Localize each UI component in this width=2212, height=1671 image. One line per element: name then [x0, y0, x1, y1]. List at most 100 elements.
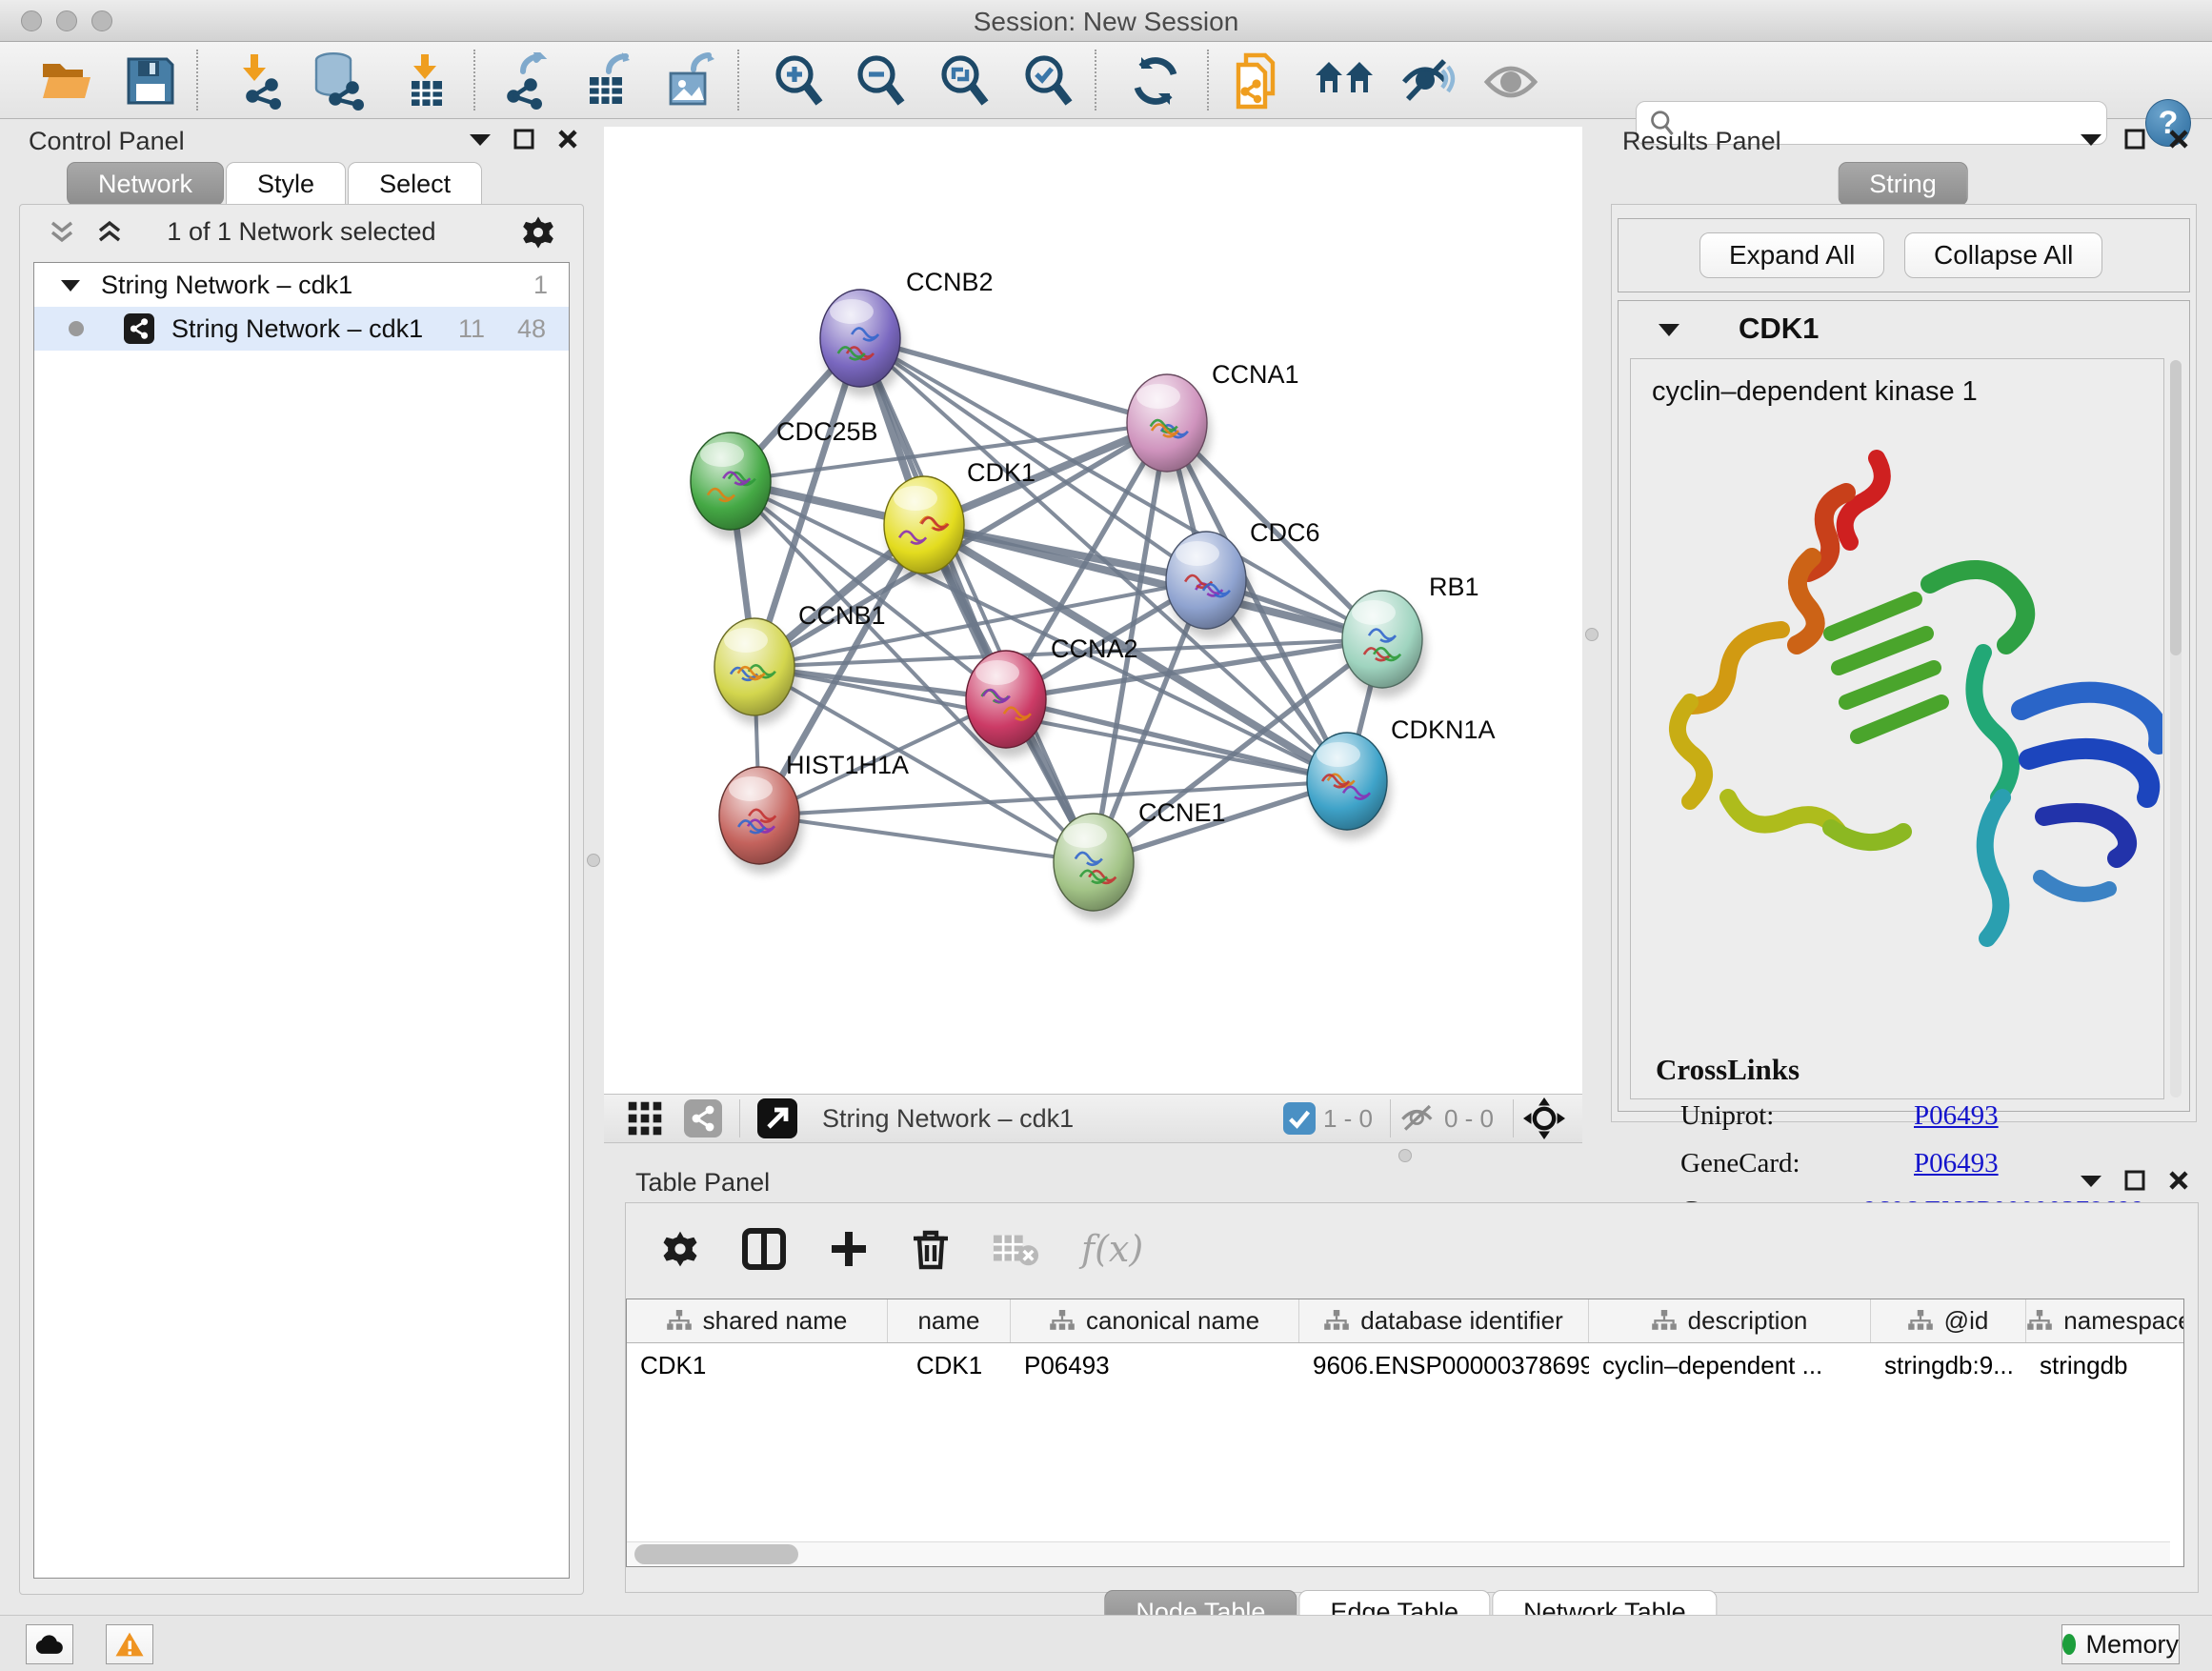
- cloud-status-button[interactable]: [26, 1624, 73, 1664]
- zoom-selected-icon[interactable]: [1018, 50, 1079, 111]
- float-panel-icon[interactable]: [513, 129, 534, 150]
- right-splitter-handle[interactable]: [1585, 628, 1599, 641]
- network-node-CDKN1A[interactable]: CDKN1A: [1307, 715, 1496, 839]
- crosslink-label: Uniprot:: [1680, 1100, 1914, 1132]
- clone-network-icon[interactable]: [1229, 50, 1290, 111]
- table-toolbar: f(x): [626, 1203, 2198, 1295]
- node-label-CCNB1: CCNB1: [798, 601, 886, 630]
- show-columns-icon[interactable]: [742, 1228, 786, 1270]
- close-panel-icon[interactable]: [557, 129, 578, 150]
- gene-description: cyclin–dependent kinase 1: [1652, 376, 2163, 408]
- table-cell[interactable]: CDK1: [888, 1343, 1011, 1389]
- left-splitter-handle[interactable]: [587, 854, 600, 867]
- create-column-icon[interactable]: [828, 1228, 870, 1270]
- scrollbar-thumb[interactable]: [634, 1544, 798, 1564]
- node-label-HIST1H1A: HIST1H1A: [786, 751, 909, 779]
- zoom-fit-icon[interactable]: [935, 50, 995, 111]
- float-panel-icon[interactable]: [2124, 129, 2145, 150]
- export-table-icon[interactable]: [576, 50, 637, 111]
- tab-style[interactable]: Style: [226, 162, 346, 206]
- node-label-CDC6: CDC6: [1250, 518, 1320, 547]
- network-graph[interactable]: CCNB2CCNA1CDC25BCDK1CDC6RB1CCNB1CCNA2CDK…: [604, 127, 1582, 1094]
- table-cell[interactable]: cyclin–dependent ...: [1589, 1343, 1871, 1389]
- control-panel-title: Control Panel: [29, 127, 185, 156]
- export-network-icon[interactable]: [494, 50, 555, 111]
- tab-string[interactable]: String: [1838, 162, 1968, 206]
- table-panel: Table Panel f(x) shared namenamecanonica…: [616, 1168, 2204, 1602]
- column-header-databaseidentifier[interactable]: database identifier: [1299, 1299, 1589, 1342]
- function-builder-icon[interactable]: f(x): [1081, 1228, 1143, 1270]
- column-header-description[interactable]: description: [1589, 1299, 1871, 1342]
- results-gene-section: CDK1 cyclin–dependent kinase 1: [1618, 300, 2190, 1112]
- open-session-icon[interactable]: [36, 50, 97, 111]
- float-panel-icon[interactable]: [2124, 1170, 2145, 1191]
- network-collection-count: 1: [533, 271, 548, 300]
- birdseye-view-icon[interactable]: [1523, 1097, 1565, 1139]
- tree-expand-icon[interactable]: [61, 278, 80, 292]
- memory-button[interactable]: Memory: [2061, 1624, 2180, 1664]
- network-node-CCNE1[interactable]: CCNE1: [1054, 798, 1226, 920]
- delete-table-icon[interactable]: [992, 1231, 1039, 1267]
- network-node-CDC25B[interactable]: CDC25B: [691, 417, 878, 539]
- table-cell[interactable]: 9606.ENSP00000378699: [1299, 1343, 1589, 1389]
- apply-layout-icon[interactable]: [1125, 50, 1186, 111]
- table-cell[interactable]: stringdb:9...: [1871, 1343, 2026, 1389]
- bottom-splitter-handle[interactable]: [1398, 1149, 1412, 1162]
- table-cell[interactable]: stringdb: [2026, 1343, 2184, 1389]
- network-collection-row[interactable]: String Network – cdk1 1: [34, 263, 569, 307]
- import-network-database-icon[interactable]: [308, 50, 369, 111]
- table-options-gear-icon[interactable]: [660, 1229, 700, 1269]
- column-header-canonicalname[interactable]: canonical name: [1011, 1299, 1299, 1342]
- column-tree-icon: [1908, 1310, 1933, 1333]
- detach-view-icon[interactable]: [757, 1098, 797, 1138]
- column-header-sharedname[interactable]: shared name: [627, 1299, 888, 1342]
- crosslink-link[interactable]: P06493: [1914, 1100, 1999, 1132]
- import-network-file-icon[interactable]: [228, 50, 289, 111]
- hide-selected-icon[interactable]: [1397, 50, 1458, 111]
- collapse-all-button[interactable]: Collapse All: [1904, 232, 2102, 278]
- expand-all-button[interactable]: Expand All: [1699, 232, 1884, 278]
- node-table[interactable]: shared namenamecanonical namedatabase id…: [626, 1299, 2184, 1567]
- delete-column-icon[interactable]: [912, 1227, 950, 1271]
- table-cell[interactable]: CDK1: [627, 1343, 888, 1389]
- network-view-canvas[interactable]: CCNB2CCNA1CDC25BCDK1CDC6RB1CCNB1CCNA2CDK…: [604, 127, 1582, 1094]
- warnings-button[interactable]: [106, 1624, 153, 1664]
- network-view-mode-icon[interactable]: [684, 1099, 722, 1137]
- column-header-id[interactable]: @id: [1871, 1299, 2026, 1342]
- gene-section-header[interactable]: CDK1: [1619, 301, 2189, 356]
- network-node-count: 11: [458, 314, 485, 344]
- close-panel-icon[interactable]: [2168, 129, 2189, 150]
- network-node-CCNA1[interactable]: CCNA1: [1127, 360, 1299, 481]
- node-label-CDC25B: CDC25B: [776, 417, 878, 446]
- section-collapse-icon[interactable]: [1659, 322, 1679, 336]
- close-panel-icon[interactable]: [2168, 1170, 2189, 1191]
- zoom-in-icon[interactable]: [769, 50, 830, 111]
- node-label-CCNB2: CCNB2: [906, 268, 994, 296]
- network-row[interactable]: String Network – cdk1 11 48: [34, 307, 569, 351]
- table-cell[interactable]: P06493: [1011, 1343, 1299, 1389]
- panel-menu-icon[interactable]: [2081, 1174, 2101, 1187]
- toolbar-separator: [1207, 50, 1209, 111]
- column-header-name[interactable]: name: [888, 1299, 1011, 1342]
- save-session-icon[interactable]: [120, 50, 181, 111]
- panel-menu-icon[interactable]: [470, 132, 491, 146]
- panel-menu-icon[interactable]: [2081, 132, 2101, 146]
- show-all-icon[interactable]: [1480, 50, 1541, 111]
- tab-select[interactable]: Select: [348, 162, 482, 206]
- node-label-CCNA2: CCNA2: [1051, 634, 1138, 663]
- gene-name: CDK1: [1739, 312, 1819, 346]
- table-horizontal-scrollbar[interactable]: [627, 1541, 2170, 1566]
- grid-view-icon[interactable]: [627, 1100, 663, 1137]
- export-image-icon[interactable]: [659, 50, 720, 111]
- first-neighbors-icon[interactable]: [1314, 50, 1375, 111]
- import-table-file-icon[interactable]: [394, 50, 455, 111]
- network-options-gear-icon[interactable]: [520, 214, 556, 251]
- toolbar-separator: [196, 50, 198, 111]
- network-node-CCNB2[interactable]: CCNB2: [820, 268, 994, 396]
- zoom-out-icon[interactable]: [851, 50, 912, 111]
- column-header-namespace[interactable]: namespace: [2026, 1299, 2184, 1342]
- network-node-RB1[interactable]: RB1: [1342, 573, 1479, 697]
- results-scrollbar[interactable]: [2170, 360, 2182, 1097]
- table-row[interactable]: CDK1CDK1P064939606.ENSP00000378699cyclin…: [627, 1343, 2183, 1389]
- tab-network[interactable]: Network: [67, 162, 224, 206]
